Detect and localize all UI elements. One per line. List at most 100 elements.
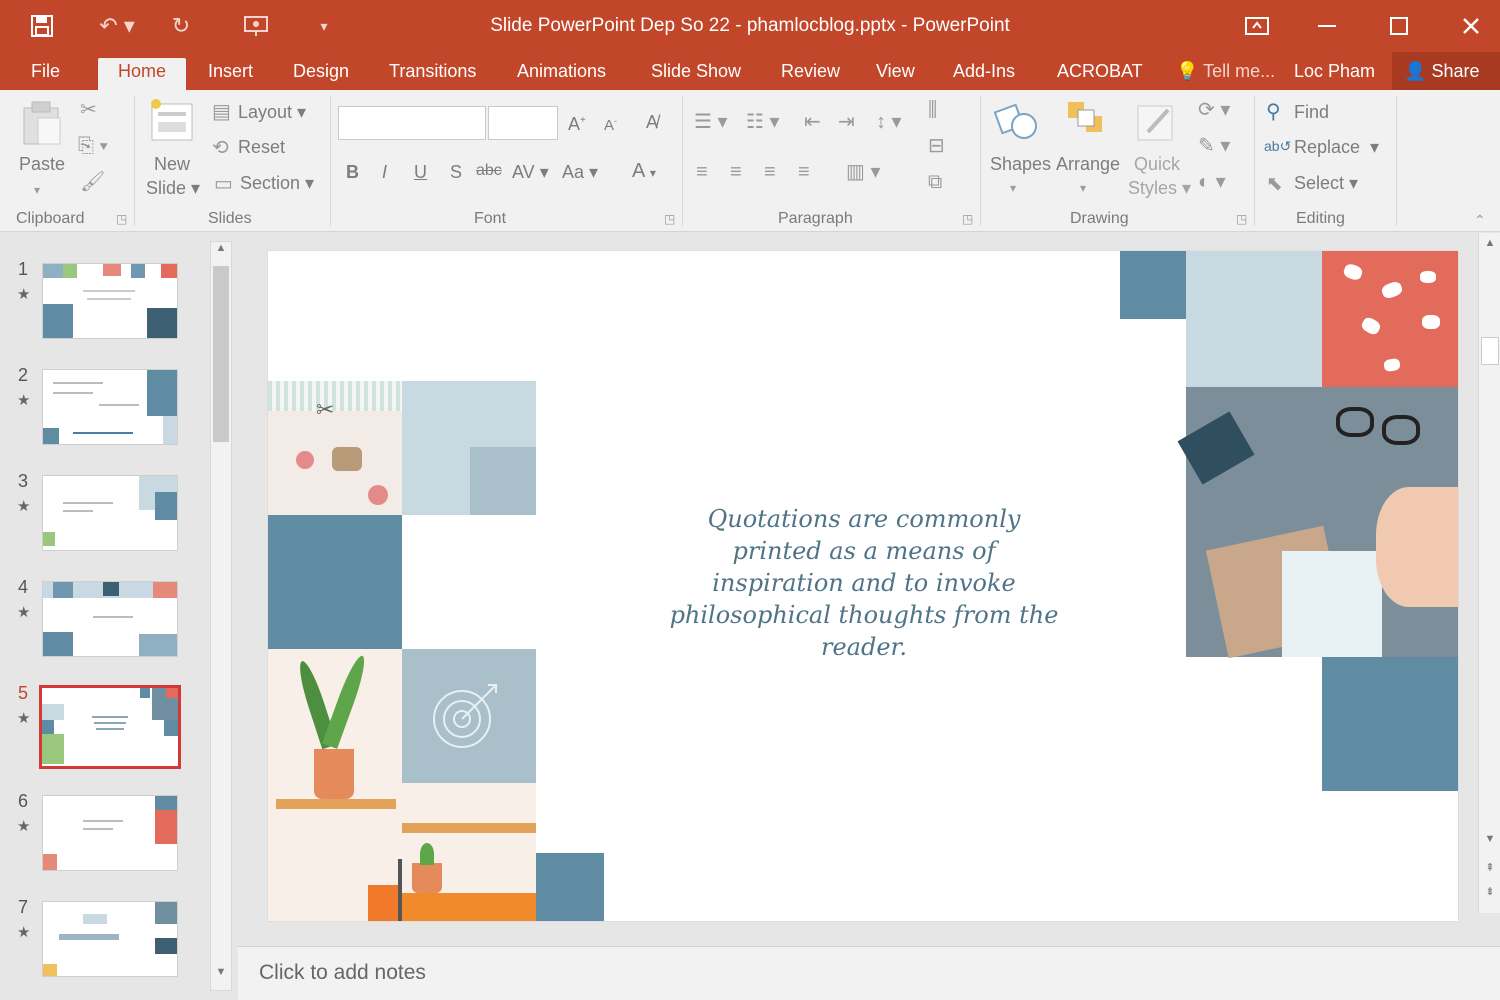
paste-dropdown-icon[interactable]: ▾ <box>34 180 40 200</box>
craft-photo: ✂ <box>268 381 402 515</box>
slide-thumbnail-3[interactable] <box>42 475 178 551</box>
quote-text[interactable]: Quotations are commonly printed as a mea… <box>664 503 1064 663</box>
notes-pane[interactable]: Click to add notes <box>238 946 1500 1000</box>
user-name[interactable]: Loc Pham <box>1294 58 1375 90</box>
clear-formatting-icon[interactable]: A̸ <box>646 112 658 133</box>
arrange-dropdown-icon[interactable]: ▾ <box>1080 178 1086 198</box>
tab-slide-show[interactable]: Slide Show <box>651 58 741 90</box>
arrange-icon[interactable] <box>1064 98 1110 146</box>
smartart-icon[interactable]: ⧉ <box>928 172 942 192</box>
font-size-combo[interactable] <box>488 106 558 140</box>
slide-thumbnail-5[interactable] <box>39 685 181 769</box>
tab-insert[interactable]: Insert <box>208 58 253 90</box>
find-button[interactable]: Find <box>1294 102 1329 123</box>
slide-thumbnail-1[interactable] <box>42 263 178 339</box>
coral-photo <box>1322 251 1458 387</box>
align-center-icon[interactable]: ≡ <box>730 162 742 182</box>
drawing-launcher-icon[interactable]: ◳ <box>1236 212 1247 226</box>
tab-animations[interactable]: Animations <box>517 58 606 90</box>
font-color-button[interactable]: A ▾ <box>632 160 656 183</box>
layout-icon: ▤ <box>212 101 231 123</box>
bullets-icon[interactable]: ☰ ▾ <box>694 112 728 132</box>
tab-review[interactable]: Review <box>781 58 840 90</box>
slide-scrollbar[interactable]: ▲ ▼ ⇞ ⇟ <box>1478 233 1500 913</box>
thumb-number: 3 <box>18 471 29 491</box>
shapes-icon[interactable] <box>993 98 1040 146</box>
increase-font-icon[interactable]: A+ <box>568 114 586 135</box>
next-slide-icon[interactable]: ⇟ <box>1479 885 1500 905</box>
numbering-icon[interactable]: ☷ ▾ <box>746 112 780 132</box>
increase-indent-icon[interactable]: ⇥ <box>838 112 855 132</box>
scroll-thumb[interactable] <box>1481 337 1499 365</box>
format-painter-icon[interactable]: 🖌 <box>80 172 105 192</box>
maximize-icon[interactable] <box>1374 6 1424 46</box>
shape-outline-icon[interactable]: ✎ ▾ <box>1198 136 1230 156</box>
character-spacing-button[interactable]: AV ▾ <box>512 162 549 183</box>
tab-add-ins[interactable]: Add-Ins <box>953 58 1015 90</box>
tab-acrobat[interactable]: ACROBAT <box>1057 58 1143 90</box>
scroll-down-icon[interactable]: ▼ <box>211 966 231 988</box>
shape-effects-icon[interactable]: ◐ ▾ <box>1198 172 1226 192</box>
slide-canvas[interactable]: ✂ Quotations are commonly printed as a m… <box>268 251 1458 921</box>
slide-thumbnail-4[interactable] <box>42 581 178 657</box>
share-button[interactable]: 👤 Share <box>1392 52 1500 90</box>
quick-styles-icon[interactable] <box>1134 98 1180 146</box>
replace-button[interactable]: Replace ▾ <box>1294 137 1379 158</box>
shape-fill-icon[interactable]: ⟳ ▾ <box>1198 100 1230 120</box>
select-button[interactable]: Select ▾ <box>1294 173 1358 194</box>
thumbnail-scrollbar[interactable]: ▲ ▼ <box>210 241 232 991</box>
scroll-up-icon[interactable]: ▲ <box>1479 237 1500 257</box>
text-direction-icon[interactable]: ⫼ <box>928 100 937 120</box>
replace-icon: ab↺ <box>1264 138 1292 154</box>
group-divider <box>682 96 683 226</box>
scroll-up-icon[interactable]: ▲ <box>211 242 231 264</box>
tab-transitions[interactable]: Transitions <box>389 58 476 90</box>
small-blue-block <box>536 853 604 921</box>
font-launcher-icon[interactable]: ◳ <box>664 212 675 226</box>
paragraph-launcher-icon[interactable]: ◳ <box>962 212 973 226</box>
tab-home[interactable]: Home <box>98 58 187 90</box>
new-slide-icon[interactable] <box>148 98 196 146</box>
ribbon-display-icon[interactable] <box>1232 6 1282 46</box>
copy-icon[interactable]: ⎘ ▾ <box>78 136 108 156</box>
previous-slide-icon[interactable]: ⇞ <box>1479 861 1500 881</box>
strikethrough-button[interactable]: abc <box>476 162 502 180</box>
italic-button[interactable]: I <box>382 162 387 183</box>
paste-icon[interactable] <box>20 100 64 146</box>
decrease-indent-icon[interactable]: ⇤ <box>804 112 821 132</box>
underline-button[interactable]: U <box>414 162 427 183</box>
line-spacing-icon[interactable]: ↕ ▾ <box>876 112 902 132</box>
collapse-ribbon-icon[interactable]: ⌃ <box>1474 210 1486 230</box>
change-case-button[interactable]: Aa ▾ <box>562 162 598 183</box>
tell-me-search[interactable]: 💡 Tell me... <box>1176 58 1275 90</box>
scroll-down-icon[interactable]: ▼ <box>1479 833 1500 853</box>
minimize-icon[interactable] <box>1302 6 1352 46</box>
shapes-dropdown-icon[interactable]: ▾ <box>1010 178 1016 198</box>
close-icon[interactable] <box>1446 6 1496 46</box>
tab-design[interactable]: Design <box>293 58 349 90</box>
columns-icon[interactable]: ▥ ▾ <box>846 162 881 182</box>
layout-button[interactable]: Layout ▾ <box>238 102 306 123</box>
section-button[interactable]: Section ▾ <box>240 173 314 194</box>
align-text-icon[interactable]: ⊟ <box>928 136 945 156</box>
tab-file[interactable]: File <box>31 58 60 90</box>
animation-star-icon: ★ <box>17 286 31 303</box>
quick-styles-label-2: Styles ▾ <box>1128 178 1192 198</box>
slide-thumbnail-6[interactable] <box>42 795 178 871</box>
slide-thumbnail-2[interactable] <box>42 369 178 445</box>
decrease-font-icon[interactable]: A- <box>604 116 617 134</box>
clipboard-launcher-icon[interactable]: ◳ <box>116 212 127 226</box>
slide-thumbnail-7[interactable] <box>42 901 178 977</box>
tab-view[interactable]: View <box>876 58 915 90</box>
font-name-combo[interactable] <box>338 106 486 140</box>
scroll-thumb[interactable] <box>213 266 229 442</box>
reset-button[interactable]: Reset <box>238 137 285 158</box>
cut-icon[interactable]: ✂ <box>80 100 97 120</box>
align-left-icon[interactable]: ≡ <box>696 162 708 182</box>
target-icon <box>433 684 497 748</box>
group-label-drawing: Drawing <box>1070 210 1129 227</box>
shadow-button[interactable]: S <box>450 162 462 183</box>
align-right-icon[interactable]: ≡ <box>764 162 776 182</box>
justify-icon[interactable]: ≡ <box>798 162 810 182</box>
bold-button[interactable]: B <box>346 162 359 183</box>
